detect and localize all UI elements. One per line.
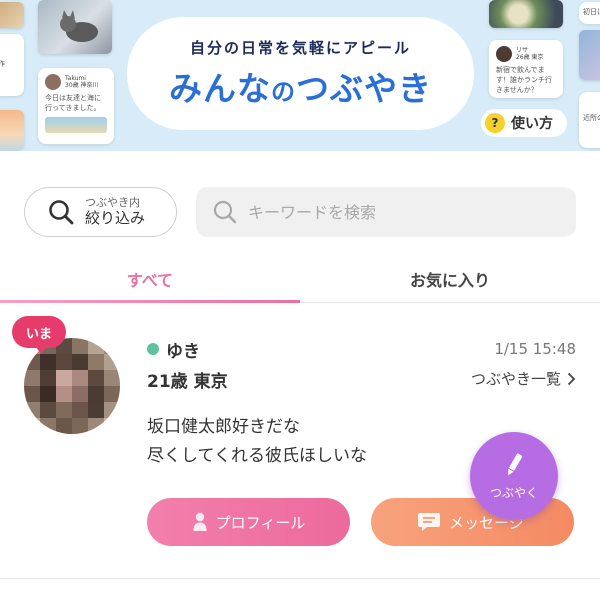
card-text: 新宿で飲んでます！誰かランチ行きませんか？: [496, 66, 552, 94]
filter-button[interactable]: つぶやき内 絞り込み: [24, 187, 177, 237]
banner-title-part1: みんな: [169, 69, 271, 108]
tab-favorites[interactable]: お気に入り: [300, 255, 600, 302]
decorative-post-card-edge-left: 毎日を作: [0, 34, 24, 96]
how-to-use-label: 使い方: [511, 116, 553, 132]
online-now-badge: いま: [12, 316, 66, 354]
pencil-icon: [508, 452, 523, 475]
post-text-line: 坂口健太郎好きだな: [147, 417, 300, 437]
banner-speech-bubble: 自分の日常を気軽にアピール みんなのつぶやき: [127, 17, 474, 130]
card-edge-text: 近所の: [583, 114, 600, 122]
tsubuyaki-banner[interactable]: 毎日を作 Takumi 30歳 神奈川 今日は友達と海に行ってきました。 リサ …: [0, 0, 600, 151]
banner-title-part2: の: [271, 78, 296, 106]
tab-bar: すべて お気に入り: [0, 255, 600, 303]
tsubuyaki-list-link[interactable]: つぶやき一覧: [471, 368, 576, 389]
person-icon: [193, 512, 207, 531]
chevron-right-icon: [567, 372, 576, 385]
question-icon: ?: [485, 113, 505, 133]
filter-label: 絞り込み: [85, 208, 146, 227]
divider: [0, 578, 600, 579]
card-name: Takumi: [65, 74, 86, 82]
tab-all[interactable]: すべて: [0, 255, 300, 303]
decorative-post-card-risa: リサ 26歳 東京 新宿で飲んでます！誰かランチ行きませんか？: [489, 40, 563, 98]
avatar: [496, 46, 512, 62]
beach-photo: [45, 116, 107, 133]
keyword-search[interactable]: [196, 187, 576, 237]
post-text-line: 尽くしてくれる彼氏ほしいな: [147, 446, 367, 466]
card-meta: 30歳 神奈川: [65, 82, 99, 89]
cat-photo-card: [38, 0, 112, 54]
card-name: リサ: [516, 46, 529, 54]
cat-illustration: [60, 10, 98, 42]
card-meta: 26歳 東京: [516, 54, 544, 61]
avatar: [45, 74, 61, 90]
decorative-post-card-edge-right: 初日は: [579, 2, 600, 24]
search-icon: [49, 200, 74, 225]
age-location: 21歳 東京: [147, 372, 228, 392]
tsubuyaki-list-label: つぶやき一覧: [470, 370, 561, 388]
post-tsubuyaki-fab[interactable]: つぶやく: [470, 432, 558, 520]
fab-label: つぶやく: [489, 485, 538, 500]
search-icon: [213, 200, 237, 224]
decorative-post-card-edge-right-2: 近所の: [579, 92, 600, 148]
username[interactable]: ゆき: [166, 337, 200, 362]
food-plate-photo-card: [489, 0, 563, 28]
banner-title-part3: つぶやき: [296, 69, 432, 108]
flowers-photo-card: [579, 30, 600, 80]
filter-label-small: つぶやき内: [85, 196, 140, 210]
profile-button[interactable]: プロフィール: [147, 498, 350, 546]
decorative-post-card-takumi: Takumi 30歳 神奈川 今日は友達と海に行ってきました。: [38, 68, 114, 144]
sunset-photo-card: [0, 110, 24, 150]
banner-subtitle: 自分の日常を気軽にアピール: [189, 39, 411, 57]
profile-button-label: プロフィール: [215, 513, 306, 532]
online-status-dot: [147, 343, 159, 355]
card-text: 今日は友達と海に行ってきました。: [45, 94, 101, 112]
banner-title: みんなのつぶやき: [169, 62, 432, 110]
how-to-use-button[interactable]: ? 使い方: [481, 109, 567, 137]
post-body: 坂口健太郎好きだな 尽くしてくれる彼氏ほしいな: [147, 413, 367, 471]
search-input[interactable]: [248, 202, 548, 222]
food-photo-card: [0, 2, 24, 28]
card-edge-text: 初日は: [583, 8, 600, 16]
card-edge-text: 毎日を作: [0, 60, 5, 68]
chat-bubble-icon: [418, 513, 440, 531]
post-timestamp: 1/15 15:48: [494, 340, 576, 358]
